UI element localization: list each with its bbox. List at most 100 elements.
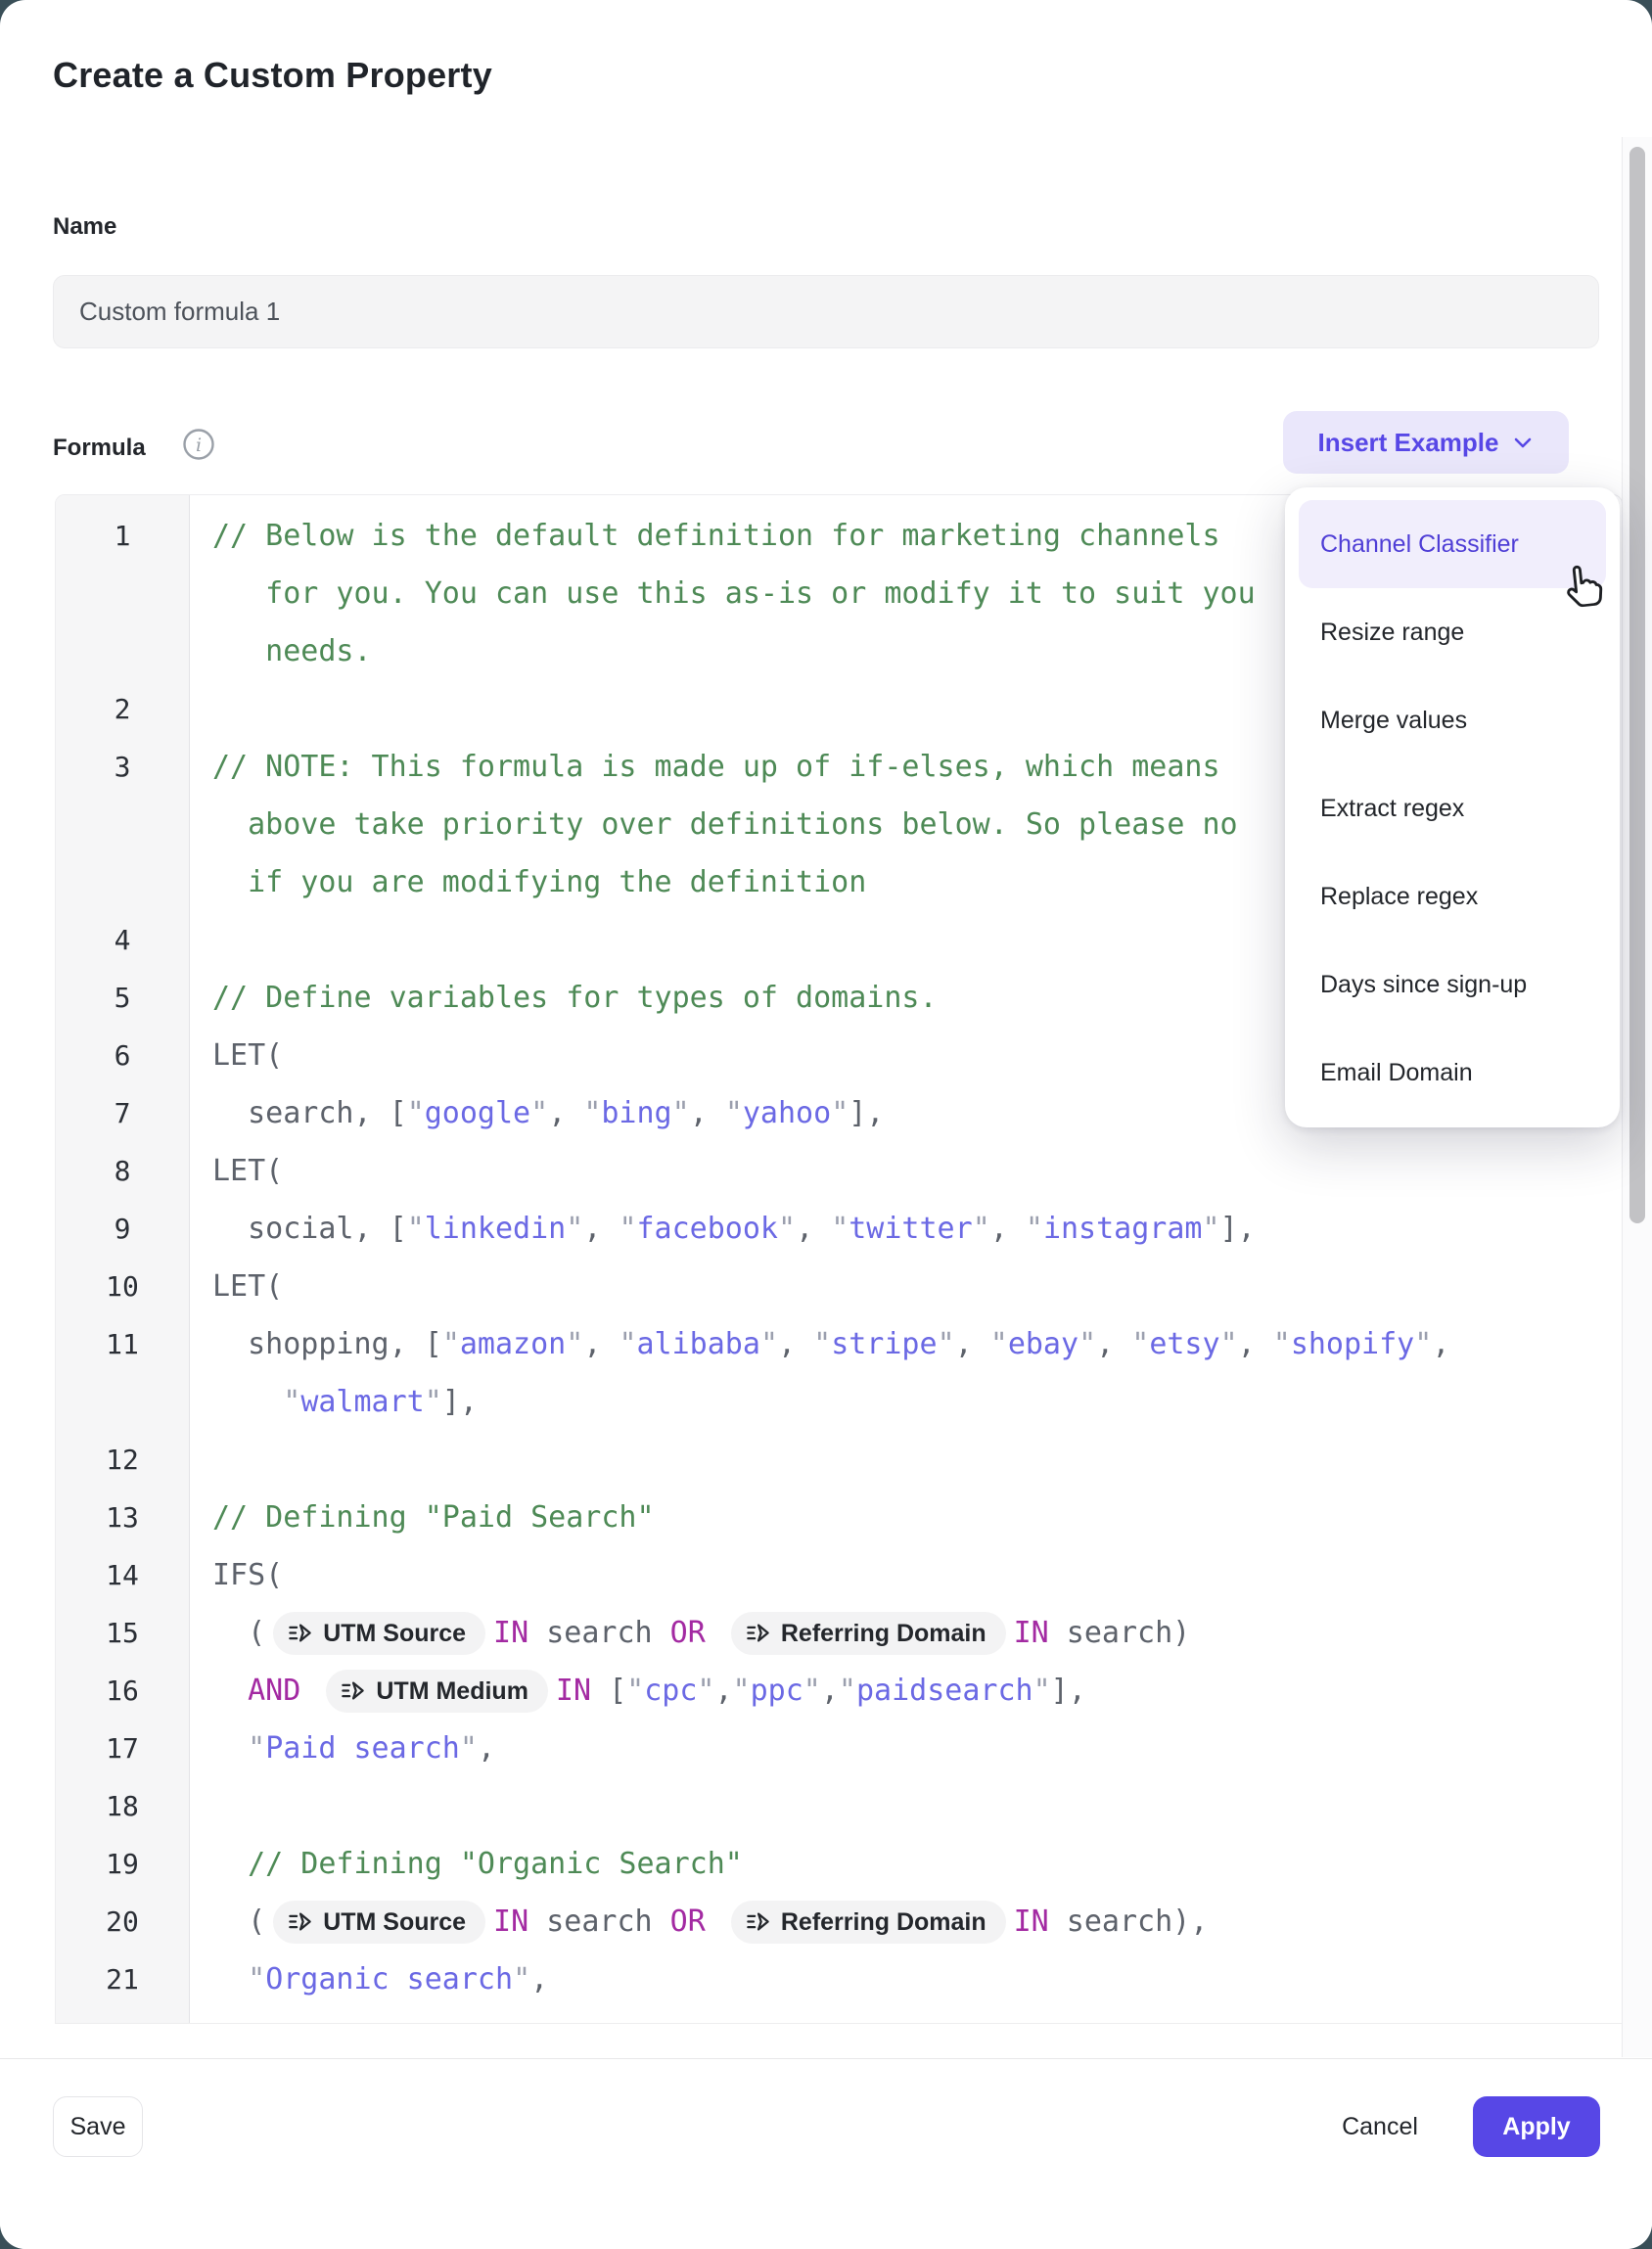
code-line-content: LET( bbox=[190, 1154, 1622, 1188]
code-line-content: // Defining "Paid Search" bbox=[190, 1500, 1622, 1535]
code-text: ], bbox=[442, 1385, 478, 1419]
code-string: yahoo bbox=[743, 1096, 831, 1130]
code-comment: if you are modifying the definition bbox=[212, 865, 866, 899]
code-string: Paid search bbox=[265, 1731, 460, 1766]
code-line-content: "walmart"], bbox=[190, 1385, 1622, 1419]
property-token-pill[interactable]: UTM Medium bbox=[326, 1670, 548, 1713]
code-comment: // NOTE: This formula is made up of if-e… bbox=[212, 750, 1220, 784]
property-token-pill[interactable]: UTM Source bbox=[273, 1612, 485, 1655]
code-quote: " bbox=[831, 1096, 849, 1130]
property-token-label: UTM Source bbox=[323, 1619, 466, 1648]
code-line: 17 "Paid search", bbox=[56, 1720, 1622, 1777]
property-token-pill[interactable]: Referring Domain bbox=[731, 1612, 1006, 1655]
code-string: shopify bbox=[1291, 1327, 1414, 1361]
code-quote: " bbox=[583, 1096, 601, 1130]
modal-scrollbar-thumb[interactable] bbox=[1629, 147, 1645, 1223]
code-text: , bbox=[1096, 1327, 1131, 1361]
code-keyword: IN bbox=[493, 1616, 528, 1650]
code-text: search), bbox=[1049, 1905, 1209, 1939]
code-text: , bbox=[821, 1674, 839, 1708]
code-quote: " bbox=[407, 1212, 425, 1246]
property-token-label: Referring Domain bbox=[781, 1619, 987, 1648]
apply-button[interactable]: Apply bbox=[1473, 2096, 1600, 2157]
code-text: , bbox=[990, 1212, 1026, 1246]
code-string: amazon bbox=[460, 1327, 566, 1361]
name-label: Name bbox=[53, 213, 116, 241]
property-icon bbox=[287, 1908, 313, 1935]
line-number: 6 bbox=[56, 1027, 190, 1084]
modal-scrollbar-track[interactable] bbox=[1622, 137, 1652, 2057]
code-line: 12 bbox=[56, 1431, 1622, 1489]
info-icon[interactable]: i bbox=[182, 428, 215, 461]
property-icon bbox=[745, 1908, 771, 1935]
dropdown-item-merge-values[interactable]: Merge values bbox=[1299, 676, 1606, 764]
code-text: search bbox=[528, 1616, 670, 1650]
code-string: walmart bbox=[300, 1385, 424, 1419]
code-quote: " bbox=[1026, 1212, 1043, 1246]
code-keyword: OR bbox=[670, 1905, 706, 1939]
property-token-pill[interactable]: UTM Source bbox=[273, 1901, 485, 1944]
code-line-content: LET( bbox=[190, 1269, 1622, 1304]
save-button[interactable]: Save bbox=[53, 2096, 143, 2157]
dropdown-item-replace-regex[interactable]: Replace regex bbox=[1299, 852, 1606, 941]
line-number bbox=[56, 565, 190, 622]
line-number: 18 bbox=[56, 1777, 190, 1835]
code-text: search) bbox=[1049, 1616, 1191, 1650]
code-text: ], bbox=[1220, 1212, 1256, 1246]
line-number: 21 bbox=[56, 1951, 190, 2008]
line-number: 9 bbox=[56, 1200, 190, 1258]
property-icon bbox=[340, 1677, 366, 1704]
dropdown-item-extract-regex[interactable]: Extract regex bbox=[1299, 764, 1606, 852]
code-text bbox=[300, 1674, 318, 1708]
code-string: facebook bbox=[637, 1212, 779, 1246]
code-string: stripe bbox=[831, 1327, 937, 1361]
code-text: ( bbox=[212, 1616, 265, 1650]
line-number: 15 bbox=[56, 1604, 190, 1662]
code-keyword: AND bbox=[248, 1674, 300, 1708]
code-text: , bbox=[778, 1327, 813, 1361]
code-quote: " bbox=[566, 1327, 583, 1361]
code-text: , bbox=[478, 1731, 495, 1766]
code-string: bing bbox=[601, 1096, 671, 1130]
code-string: alibaba bbox=[637, 1327, 760, 1361]
dropdown-item-days-since-sign-up[interactable]: Days since sign-up bbox=[1299, 941, 1606, 1029]
dropdown-item-resize-range[interactable]: Resize range bbox=[1299, 588, 1606, 676]
code-quote: " bbox=[760, 1327, 778, 1361]
code-line-content: shopping, ["amazon", "alibaba", "stripe"… bbox=[190, 1327, 1622, 1361]
create-custom-property-modal: Create a Custom Property Name Formula i … bbox=[0, 0, 1652, 2249]
dropdown-item-email-domain[interactable]: Email Domain bbox=[1299, 1029, 1606, 1117]
line-number: 13 bbox=[56, 1489, 190, 1546]
code-text bbox=[212, 1962, 248, 1997]
code-text: , bbox=[690, 1096, 725, 1130]
line-number bbox=[56, 796, 190, 853]
line-number: 17 bbox=[56, 1720, 190, 1777]
code-quote: " bbox=[1273, 1327, 1291, 1361]
code-text: social, [ bbox=[212, 1212, 407, 1246]
code-quote: " bbox=[530, 1096, 548, 1130]
code-quote: " bbox=[803, 1674, 821, 1708]
code-quote: " bbox=[442, 1327, 460, 1361]
code-quote: " bbox=[1033, 1674, 1051, 1708]
line-number: 20 bbox=[56, 1893, 190, 1951]
line-number: 1 bbox=[56, 507, 190, 565]
code-comment: for you. You can use this as-is or modif… bbox=[212, 576, 1256, 611]
line-number: 7 bbox=[56, 1084, 190, 1142]
code-quote: " bbox=[1078, 1327, 1096, 1361]
code-string: etsy bbox=[1149, 1327, 1219, 1361]
code-quote: " bbox=[513, 1962, 530, 1997]
code-text: , bbox=[796, 1212, 831, 1246]
code-string: ebay bbox=[1008, 1327, 1078, 1361]
code-quote: " bbox=[283, 1385, 300, 1419]
name-input[interactable] bbox=[53, 275, 1599, 348]
code-keyword: IN bbox=[556, 1674, 591, 1708]
code-quote: " bbox=[1131, 1327, 1149, 1361]
cancel-button[interactable]: Cancel bbox=[1316, 2096, 1444, 2157]
code-text bbox=[212, 1385, 283, 1419]
property-token-label: UTM Medium bbox=[376, 1676, 528, 1706]
code-string: Organic search bbox=[265, 1962, 513, 1997]
property-token-pill[interactable]: Referring Domain bbox=[731, 1901, 1006, 1944]
insert-example-button[interactable]: Insert Example bbox=[1283, 411, 1569, 474]
code-line: 18 bbox=[56, 1777, 1622, 1835]
code-comment: needs. bbox=[212, 634, 372, 668]
code-quote: " bbox=[813, 1327, 831, 1361]
